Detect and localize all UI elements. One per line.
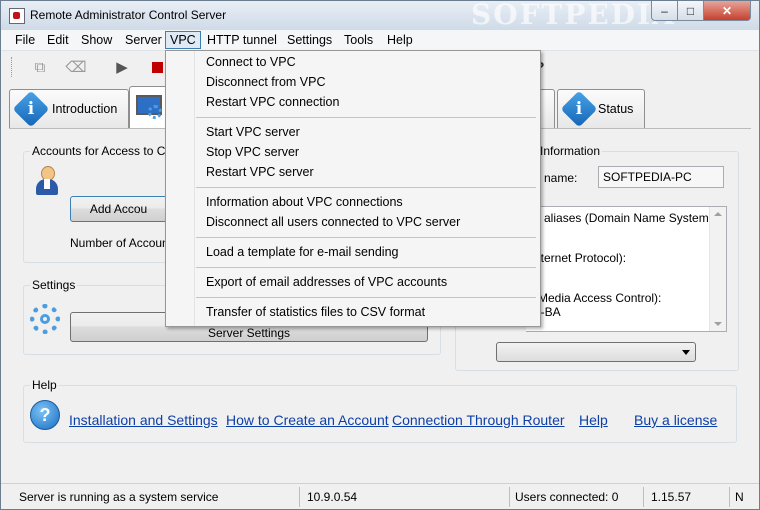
accounts-group-title: Accounts for Access to Con xyxy=(30,144,181,158)
menu-file[interactable]: File xyxy=(11,32,39,48)
menu-separator xyxy=(196,117,536,118)
status-ip: 10.9.0.54 xyxy=(307,490,358,504)
toolbar-grip xyxy=(11,57,14,77)
menu-item-start-vpc-server[interactable]: Start VPC server xyxy=(206,122,300,142)
menu-separator xyxy=(196,297,536,298)
link-help[interactable]: Help xyxy=(579,412,608,428)
close-button[interactable]: ✕ xyxy=(703,1,751,21)
dns-aliases-label: d aliases (Domain Name System): xyxy=(534,211,717,225)
chevron-down-icon xyxy=(682,350,690,355)
maximize-button[interactable]: □ xyxy=(677,1,704,21)
window-title: Remote Administrator Control Server xyxy=(30,8,227,22)
status-separator xyxy=(643,487,644,507)
menu-item-restart-vpc-connection[interactable]: Restart VPC connection xyxy=(206,92,339,112)
link-installation-settings[interactable]: Installation and Settings xyxy=(69,412,218,428)
status-users: Users connected: 0 xyxy=(515,490,619,504)
menu-vpc[interactable]: VPC xyxy=(165,31,201,49)
menu-item-vpc-info[interactable]: Information about VPC connections xyxy=(206,192,403,212)
user-icon xyxy=(34,166,60,196)
addresses-listbox[interactable]: d aliases (Domain Name System): nternet … xyxy=(526,206,727,332)
status-message: Server is running as a system service xyxy=(19,490,219,504)
ip-label: nternet Protocol): xyxy=(534,251,627,265)
menu-tools[interactable]: Tools xyxy=(340,32,377,48)
menu-separator xyxy=(196,187,536,188)
copy-icon[interactable]: ⧉ xyxy=(29,56,51,78)
menu-item-load-email-template[interactable]: Load a template for e-mail sending xyxy=(206,242,398,262)
app-icon xyxy=(9,8,25,24)
add-account-button[interactable]: Add Accou xyxy=(70,196,167,222)
info-icon: i xyxy=(560,90,598,128)
menu-gutter xyxy=(194,51,195,326)
menu-item-export-emails[interactable]: Export of email addresses of VPC account… xyxy=(206,272,447,292)
computer-name-field[interactable]: SOFTPEDIA-PC xyxy=(598,166,724,188)
status-bar: Server is running as a system service 10… xyxy=(1,483,759,509)
watermark: SOFTPEDIA xyxy=(471,0,676,31)
status-version: 1.15.57 xyxy=(651,490,692,504)
menu-show[interactable]: Show xyxy=(77,32,116,48)
status-mode: N xyxy=(735,490,744,504)
mac-label: (Media Access Control): xyxy=(534,291,662,305)
tab-status[interactable]: i Status xyxy=(557,89,645,128)
eraser-icon[interactable]: ⌫ xyxy=(65,56,87,78)
link-connection-router[interactable]: Connection Through Router xyxy=(392,412,565,428)
vertical-scrollbar[interactable] xyxy=(709,207,726,331)
status-separator xyxy=(509,487,510,507)
network-select[interactable] xyxy=(496,342,696,362)
minimize-button[interactable]: – xyxy=(651,1,678,21)
tab-hidden[interactable] xyxy=(539,89,555,128)
gear-icon xyxy=(30,304,60,334)
tab-introduction[interactable]: i Introduction xyxy=(9,89,129,128)
play-icon[interactable]: ▶ xyxy=(111,56,133,78)
menu-server[interactable]: Server xyxy=(121,32,166,48)
help-group-title: Help xyxy=(30,378,59,392)
menu-item-restart-vpc-server[interactable]: Restart VPC server xyxy=(206,162,314,182)
tab-connections[interactable] xyxy=(129,86,169,129)
menu-item-disconnect-vpc[interactable]: Disconnect from VPC xyxy=(206,72,325,92)
menu-separator xyxy=(196,267,536,268)
status-separator xyxy=(729,487,730,507)
menu-settings[interactable]: Settings xyxy=(283,32,336,48)
status-separator xyxy=(299,487,300,507)
menu-http-tunnel[interactable]: HTTP tunnel xyxy=(203,32,281,48)
menu-item-connect-vpc[interactable]: Connect to VPC xyxy=(206,52,296,72)
info-icon: i xyxy=(12,90,50,128)
accounts-count-label: Number of Accounts xyxy=(70,236,179,250)
tab-introduction-label: Introduction xyxy=(52,102,118,116)
help-group: Help ? Installation and Settings How to … xyxy=(23,378,737,443)
tab-status-label: Status xyxy=(598,102,634,116)
menu-item-transfer-statistics[interactable]: Transfer of statistics files to CSV form… xyxy=(206,302,425,322)
question-icon: ? xyxy=(30,400,60,430)
menu-bar: File Edit Show Server VPC HTTP tunnel Se… xyxy=(1,30,759,51)
menu-separator xyxy=(196,237,536,238)
menu-edit[interactable]: Edit xyxy=(43,32,73,48)
link-create-account[interactable]: How to Create an Account xyxy=(226,412,389,428)
information-group-title: Information xyxy=(538,144,603,158)
title-bar[interactable]: Remote Administrator Control Server SOFT… xyxy=(1,0,759,31)
menu-help[interactable]: Help xyxy=(383,32,417,48)
link-buy-license[interactable]: Buy a license xyxy=(634,412,717,428)
app-window: Remote Administrator Control Server SOFT… xyxy=(0,0,760,510)
vpc-dropdown-menu: Connect to VPC Disconnect from VPC Resta… xyxy=(165,50,541,327)
menu-item-stop-vpc-server[interactable]: Stop VPC server xyxy=(206,142,299,162)
gear-icon xyxy=(148,105,162,119)
menu-item-disconnect-all-users[interactable]: Disconnect all users connected to VPC se… xyxy=(206,212,460,232)
settings-group-title: Settings xyxy=(30,278,78,292)
